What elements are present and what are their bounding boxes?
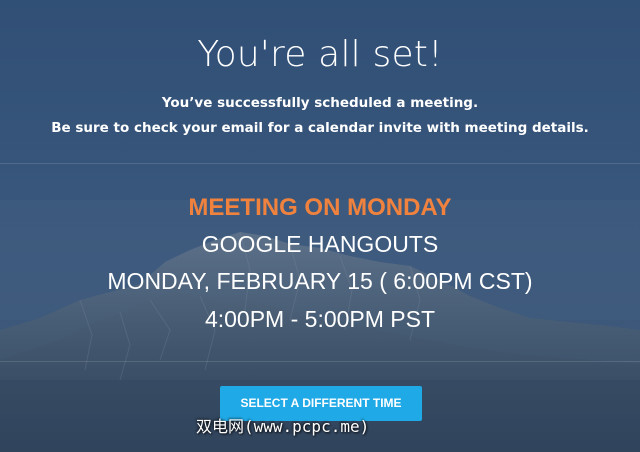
success-message: You’ve successfully scheduled a meeting.: [161, 95, 479, 111]
page-title: You're all set!: [197, 34, 443, 75]
meeting-provider: GOOGLE HANGOUTS: [201, 231, 439, 257]
email-instruction-message: Be sure to check your email for a calend…: [51, 120, 589, 136]
section-divider-top: [0, 163, 640, 164]
watermark-text: 双电网(www.pcpc.me): [196, 417, 370, 436]
confirmation-screen: You're all set! You’ve successfully sche…: [0, 0, 640, 452]
meeting-title: MEETING ON MONDAY: [188, 194, 452, 221]
meeting-time-range: 4:00PM - 5:00PM PST: [204, 306, 436, 332]
section-divider-bottom: [0, 361, 640, 362]
meeting-date-time: MONDAY, FEBRUARY 15 ( 6:00PM CST): [107, 268, 533, 294]
